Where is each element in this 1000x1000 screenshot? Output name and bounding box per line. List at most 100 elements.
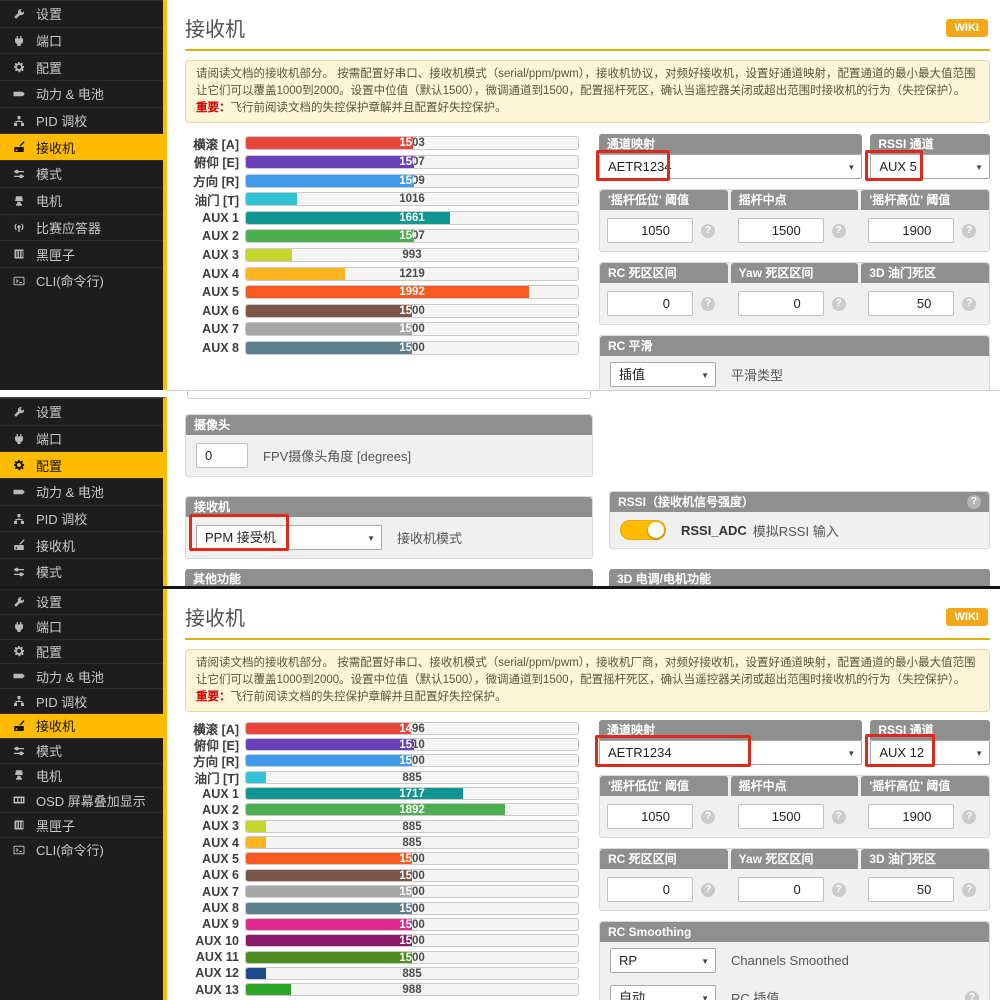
deadband-input[interactable]: 0: [737, 291, 824, 317]
sidebar-item[interactable]: OSD 屏幕叠加显示: [0, 787, 163, 812]
threshold-input[interactable]: 1900: [868, 804, 955, 830]
threshold-input[interactable]: 1900: [868, 218, 955, 244]
help-icon[interactable]: [962, 809, 977, 824]
help-icon[interactable]: [701, 809, 715, 824]
rssi-adc-toggle[interactable]: [620, 520, 666, 540]
channel-row: AUX 8 1500 1500: [185, 339, 585, 358]
sidebar-item[interactable]: 端口: [0, 26, 163, 54]
rssi-channel-select[interactable]: AUX 5: [870, 154, 990, 180]
deadband-input[interactable]: 0: [737, 877, 824, 903]
sidebar-item[interactable]: PID 调校: [0, 106, 163, 134]
sidebar-item[interactable]: PID 调校: [0, 504, 163, 532]
rssi-channel-select[interactable]: AUX 12: [870, 740, 990, 766]
sidebar-item[interactable]: 动力 & 电池: [0, 478, 163, 505]
channel-row: AUX 5 1992 1992: [185, 283, 585, 302]
sidebar-item[interactable]: 配置: [0, 638, 163, 664]
threshold-input[interactable]: 1500: [737, 218, 824, 244]
help-icon[interactable]: [831, 296, 846, 311]
sidebar-item[interactable]: 接收机: [0, 531, 163, 558]
sidebar-item[interactable]: 比赛应答器: [0, 213, 163, 241]
sidebar-item[interactable]: 动力 & 电池: [0, 663, 163, 688]
help-icon[interactable]: [965, 990, 979, 1000]
threshold-input[interactable]: 1050: [607, 804, 693, 830]
channel-bar-fill: 885: [246, 837, 267, 849]
note-important-label: 重要：: [196, 691, 231, 704]
wiki-button[interactable]: WIKI: [945, 18, 988, 37]
sidebar-item-label: 模式: [36, 565, 63, 581]
sidebar-item[interactable]: 配置: [0, 451, 163, 479]
channel-row: 俯仰 [E] 1507 1507: [185, 153, 585, 172]
wrench-icon: [13, 8, 28, 20]
rc-smoothing-select[interactable]: RP: [610, 948, 716, 974]
camera-angle-input[interactable]: 0: [196, 443, 248, 468]
sidebar-item[interactable]: 设置: [0, 589, 163, 614]
sidebar-item[interactable]: 设置: [0, 398, 163, 425]
receiver-mode-select[interactable]: PPM 接受机: [196, 525, 382, 551]
rc-smoothing-select[interactable]: 插值: [610, 362, 716, 388]
deadband-input[interactable]: 0: [607, 877, 693, 903]
sidebar-item[interactable]: 动力 & 电池: [0, 80, 163, 107]
sidebar-item[interactable]: 模式: [0, 737, 163, 763]
channel-row: AUX 3 885 885: [185, 818, 585, 834]
sidebar-item-label: 动力 & 电池: [36, 87, 104, 103]
note-body: 请阅读文档的接收机部分。 按需配置好串口、接收机模式（serial/ppm/pw…: [196, 657, 976, 687]
help-icon[interactable]: [962, 223, 977, 238]
channel-label: 油门 [T]: [194, 193, 239, 208]
sidebar-item[interactable]: 电机: [0, 186, 163, 214]
channel-label: AUX 4: [202, 266, 239, 281]
rc-smoothing-label: RC 插值: [731, 991, 780, 1000]
channel-map-select[interactable]: AETR1234: [599, 740, 863, 766]
sidebar-item-label: 动力 & 电池: [36, 669, 104, 685]
help-icon[interactable]: [967, 495, 981, 509]
channel-bar-fill: 1500: [246, 755, 412, 767]
channel-value: 993: [402, 248, 422, 261]
screenshot-configuration: 设置 端口 配置 动力 & 电池 PID 调校 接收机 模式 摄像头 0 FPV…: [0, 390, 1000, 586]
channel-label: AUX 5: [202, 285, 239, 300]
channel-bar-track: 885 885: [245, 836, 579, 850]
sidebar-item[interactable]: 电机: [0, 762, 163, 788]
sidebar-item[interactable]: PID 调校: [0, 688, 163, 713]
help-icon[interactable]: [831, 882, 846, 897]
sidebar-item[interactable]: 黑匣子: [0, 240, 163, 267]
channel-label: AUX 6: [202, 868, 239, 883]
help-icon[interactable]: [962, 296, 977, 311]
configurator-app: 设置 端口 配置 动力 & 电池 PID 调校 接收机 模式 电机 比赛应答器 …: [0, 0, 1000, 1000]
esc-motor-features-header: 3D 电调/电机功能: [609, 569, 990, 586]
help-icon[interactable]: [962, 882, 977, 897]
sidebar-item[interactable]: 接收机: [0, 133, 163, 161]
plug-icon: [13, 35, 28, 47]
sidebar-item[interactable]: 模式: [0, 558, 163, 585]
deadband-input[interactable]: 0: [607, 291, 693, 317]
help-icon[interactable]: [831, 809, 846, 824]
help-icon[interactable]: [701, 882, 715, 897]
sidebar-item[interactable]: CLI(命令行): [0, 836, 163, 862]
sidebar-item[interactable]: 端口: [0, 424, 163, 452]
help-icon[interactable]: [831, 223, 846, 238]
channel-bar-fill: 1500: [246, 886, 412, 898]
channel-value: 885: [402, 771, 422, 784]
deadband-input[interactable]: 50: [868, 291, 955, 317]
help-icon[interactable]: [701, 296, 715, 311]
motor-icon: [13, 769, 28, 781]
sidebar-item-label: 配置: [36, 644, 63, 660]
rc-smoothing-select[interactable]: 自动: [610, 985, 716, 1000]
sidebar-item[interactable]: 模式: [0, 160, 163, 187]
threshold-input[interactable]: 1500: [737, 804, 824, 830]
threshold-input[interactable]: 1050: [607, 218, 693, 244]
sidebar-item-label: CLI(命令行): [36, 843, 104, 859]
sidebar-item-label: PID 调校: [36, 114, 88, 130]
deadband-panel: RC 死区区间Yaw 死区区间3D 油门死区 0 0 50: [599, 262, 990, 326]
sidebar-item[interactable]: 端口: [0, 613, 163, 639]
channel-map-select[interactable]: AETR1234: [599, 154, 863, 180]
deadband-input[interactable]: 50: [868, 877, 955, 903]
sidebar-item[interactable]: CLI(命令行): [0, 266, 163, 294]
sidebar-item-label: 比赛应答器: [36, 220, 102, 236]
help-icon[interactable]: [701, 223, 715, 238]
sidebar-item[interactable]: 黑匣子: [0, 812, 163, 837]
sidebar-item[interactable]: 配置: [0, 53, 163, 80]
wiki-button[interactable]: WIKI: [945, 607, 988, 626]
sidebar-item[interactable]: 设置: [0, 0, 163, 27]
sidebar-item-label: CLI(命令行): [36, 274, 104, 290]
channel-row: AUX 12 885 885: [185, 965, 585, 981]
sidebar-item[interactable]: 接收机: [0, 712, 163, 738]
